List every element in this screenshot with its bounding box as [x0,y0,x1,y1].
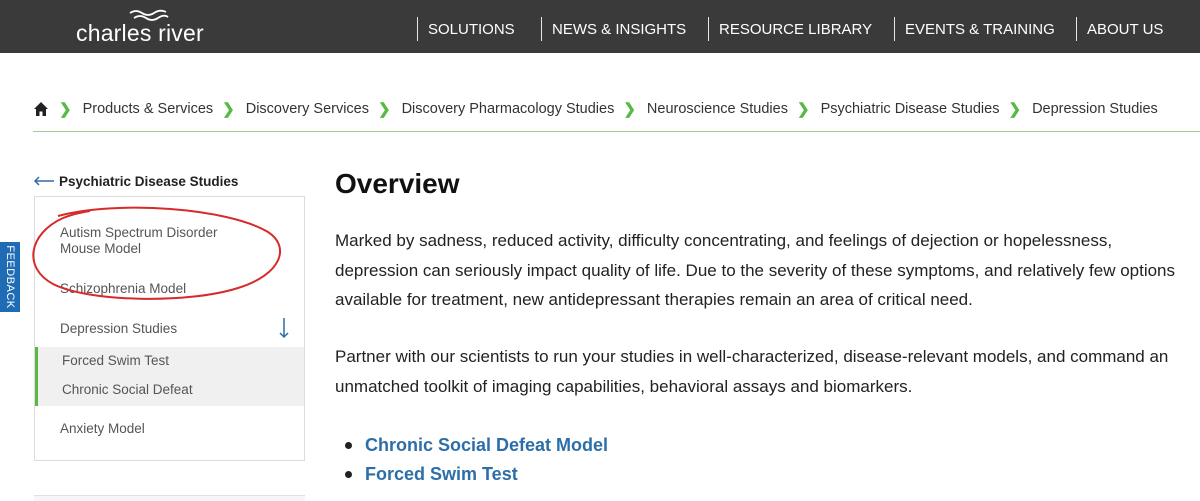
logo-text: charles river [76,20,204,46]
feedback-label: FEEDBACK [4,245,16,309]
overview-paragraph-2: Partner with our scientists to run your … [335,347,1169,396]
nav-label: NEWS & INSIGHTS [552,20,687,38]
sidebar-subitem-forced-swim-test[interactable]: Forced Swim Test [62,353,169,368]
breadcrumb-divider [33,131,1200,132]
sidebar-subnav: Forced Swim Test Chronic Social Defeat [35,347,304,406]
page-title: Overview [335,168,460,199]
nav-label: ABOUT US [1087,20,1164,38]
nav-solutions[interactable]: SOLUTIONS [417,17,515,41]
arrow-down-icon[interactable] [278,317,290,339]
top-nav-bar: charles river SOLUTIONS NEWS & INSIGHTS … [0,0,1200,53]
nav-events-training[interactable]: EVENTS & TRAINING [894,17,1055,41]
charles-river-logo[interactable]: charles river [76,8,216,48]
breadcrumb: ❯ Products & Services ❯ Discovery Servic… [33,98,1167,120]
sidebar-item-label: Mouse Model [60,241,142,256]
sidebar-back-label: Psychiatric Disease Studies [59,173,239,189]
overview-paragraph-1: Marked by sadness, reduced activity, dif… [335,231,1176,309]
link-chronic-social-defeat-model[interactable]: Chronic Social Defeat Model [365,435,608,456]
sidebar-lower-box [34,495,305,501]
bullet-dot [345,471,352,478]
sidebar-item-depression-studies[interactable]: Depression Studies [60,321,177,337]
nav-about-us[interactable]: ABOUT US [1076,17,1163,41]
sidebar-subitem-chronic-social-defeat[interactable]: Chronic Social Defeat [62,382,193,397]
related-links-list: Chronic Social Defeat Model Forced Swim … [345,431,608,489]
chevron-right-icon: ❯ [623,101,636,118]
nav-label: EVENTS & TRAINING [905,20,1055,38]
sidebar-item-autism-spectrum-disorder[interactable]: Autism Spectrum Disorder Mouse Model [60,225,218,257]
arrow-left-icon [33,176,54,186]
chevron-right-icon: ❯ [378,101,391,118]
home-icon[interactable] [33,101,49,117]
breadcrumb-discovery-services[interactable]: Discovery Services [246,101,369,117]
bullet-dot [345,442,352,449]
nav-news-insights[interactable]: NEWS & INSIGHTS [541,17,686,41]
breadcrumb-discovery-pharmacology[interactable]: Discovery Pharmacology Studies [402,101,615,117]
breadcrumb-depression-studies[interactable]: Depression Studies [1032,101,1158,117]
breadcrumb-psychiatric-disease-studies[interactable]: Psychiatric Disease Studies [821,101,1000,117]
sidebar-item-anxiety-model[interactable]: Anxiety Model [60,421,145,437]
sidebar-item-label: Autism Spectrum Disorder [60,225,218,240]
feedback-tab[interactable]: FEEDBACK [0,242,20,312]
chevron-right-icon: ❯ [1008,101,1022,118]
nav-label: SOLUTIONS [428,20,515,38]
chevron-right-icon: ❯ [222,101,235,118]
link-forced-swim-test[interactable]: Forced Swim Test [365,464,518,485]
chevron-right-icon: ❯ [59,101,72,118]
list-item: Forced Swim Test [345,460,608,489]
chevron-right-icon: ❯ [796,101,810,118]
breadcrumb-products-services[interactable]: Products & Services [83,101,214,117]
sidebar-item-schizophrenia[interactable]: Schizophrenia Model [60,281,186,297]
nav-resource-library[interactable]: RESOURCE LIBRARY [708,17,872,41]
sidebar-nav: Autism Spectrum Disorder Mouse Model Sch… [34,196,305,461]
nav-label: RESOURCE LIBRARY [719,20,873,38]
sidebar-back-link[interactable]: Psychiatric Disease Studies [33,171,238,191]
list-item: Chronic Social Defeat Model [345,431,608,460]
breadcrumb-neuroscience-studies[interactable]: Neuroscience Studies [647,101,788,117]
